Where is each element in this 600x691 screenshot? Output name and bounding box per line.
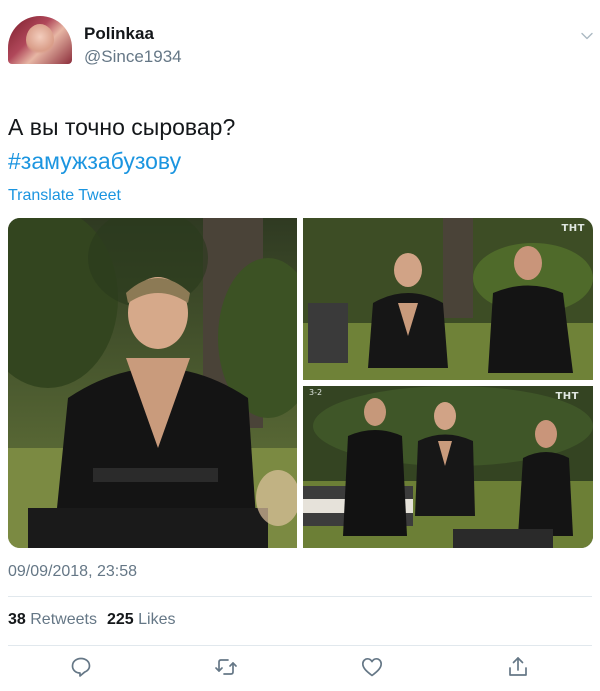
retweets-count[interactable]: 38 [8, 611, 26, 628]
likes-label[interactable]: Likes [138, 611, 175, 628]
chevron-down-icon[interactable] [580, 29, 594, 43]
user-display-name[interactable]: Polinkaa [84, 24, 154, 44]
tweet-timestamp[interactable]: 09/09/2018, 23:58 [8, 563, 137, 581]
divider [8, 596, 592, 597]
like-icon[interactable] [360, 655, 384, 679]
media-photo-1[interactable] [8, 218, 297, 548]
user-handle[interactable]: @Since1934 [84, 47, 182, 67]
translate-tweet-link[interactable]: Translate Tweet [8, 187, 121, 205]
likes-count[interactable]: 225 [107, 611, 134, 628]
media-photo-3[interactable]: 3-2 ТНТ [303, 386, 593, 548]
reply-icon[interactable] [69, 655, 93, 679]
episode-marker: 3-2 [309, 388, 323, 397]
divider [8, 645, 592, 646]
media-photo-2[interactable]: ТНТ [303, 218, 593, 380]
tweet-text: А вы точно сыровар? [8, 114, 236, 140]
channel-badge: ТНТ [555, 391, 579, 402]
share-icon[interactable] [506, 655, 530, 679]
retweet-icon[interactable] [214, 655, 238, 679]
avatar[interactable] [8, 16, 72, 64]
engagement-stats: 38 Retweets 225 Likes [8, 611, 175, 629]
channel-badge: ТНТ [561, 223, 585, 234]
retweets-label[interactable]: Retweets [30, 611, 97, 628]
hashtag-link[interactable]: #замужзабузову [8, 146, 181, 176]
